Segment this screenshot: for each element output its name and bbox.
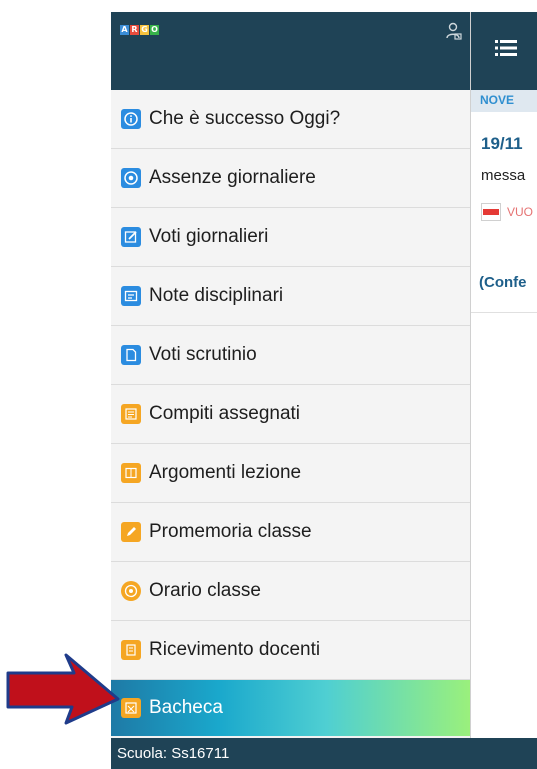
month-header: NOVE: [471, 90, 537, 112]
app-screen: A R G O Che è successo Oggi? Assenze gio…: [111, 12, 537, 769]
attachment-link[interactable]: VUO: [481, 203, 533, 221]
menu-item-label: Compiti assegnati: [149, 403, 301, 424]
pencil-icon: [121, 522, 141, 542]
divider: [471, 312, 537, 313]
logo-letter: G: [140, 25, 149, 35]
menu-item-promemoria-classe[interactable]: Promemoria classe: [111, 503, 470, 562]
menu-item-label: Assenze giornaliere: [149, 167, 316, 188]
menu-item-label: Bacheca: [149, 697, 223, 718]
clock-icon: [121, 168, 141, 188]
menu-item-argomenti-lezione[interactable]: Argomenti lezione: [111, 444, 470, 503]
menu-item-label: Voti giornalieri: [149, 226, 269, 247]
argo-logo: A R G O: [120, 25, 159, 35]
pdf-icon: [481, 203, 501, 221]
menu-item-bacheca[interactable]: Bacheca: [111, 680, 470, 736]
menu-item-voti-scrutinio[interactable]: Voti scrutinio: [111, 326, 470, 385]
menu-item-label: Ricevimento docenti: [149, 639, 321, 660]
note-icon: [121, 286, 141, 306]
red-arrow-annotation: [6, 653, 120, 725]
menu-item-label: Argomenti lezione: [149, 462, 302, 483]
menu-item-ricevimento-docenti[interactable]: Ricevimento docenti: [111, 621, 470, 680]
document-icon: [121, 345, 141, 365]
menu-item-assenze-giornaliere[interactable]: Assenze giornaliere: [111, 149, 470, 208]
menu-item-label: Orario classe: [149, 580, 261, 601]
menu-item-voti-giornalieri[interactable]: Voti giornalieri: [111, 208, 470, 267]
menu-item-compiti-assegnati[interactable]: Compiti assegnati: [111, 385, 470, 444]
menu-item-label: Promemoria classe: [149, 521, 312, 542]
logo-letter: O: [150, 25, 159, 35]
message-text: messa: [481, 167, 526, 184]
user-settings-icon[interactable]: [446, 22, 462, 45]
navigation-drawer: A R G O Che è successo Oggi? Assenze gio…: [111, 12, 471, 769]
month-label: NOVE: [480, 93, 515, 107]
edit-icon: [121, 227, 141, 247]
board-icon: [121, 698, 141, 718]
logo-letter: A: [120, 25, 129, 35]
drawer-header: A R G O: [111, 12, 470, 90]
content-pane: NOVE 19/11 messa VUO (Confe: [471, 12, 537, 738]
drawer-menu: Che è successo Oggi? Assenze giornaliere…: [111, 90, 470, 736]
book-icon: [121, 463, 141, 483]
logo-letter: R: [130, 25, 139, 35]
status-footer: Scuola: Ss16711: [111, 738, 537, 769]
menu-item-label: Note disciplinari: [149, 285, 284, 306]
info-icon: [121, 109, 141, 129]
hamburger-icon[interactable]: [495, 38, 517, 63]
attachment-label: VUO: [507, 205, 534, 219]
content-header: [471, 12, 537, 90]
calendar-icon: [121, 640, 141, 660]
menu-item-che-e-successo-oggi[interactable]: Che è successo Oggi?: [111, 90, 470, 149]
message-date: 19/11: [481, 134, 523, 153]
menu-item-label: Voti scrutinio: [149, 344, 257, 365]
tasks-icon: [121, 404, 141, 424]
clock-icon: [121, 581, 141, 601]
confirm-link[interactable]: (Confe: [479, 274, 527, 291]
school-code: Scuola: Ss16711: [117, 745, 230, 762]
menu-item-label: Che è successo Oggi?: [149, 108, 341, 129]
menu-item-orario-classe[interactable]: Orario classe: [111, 562, 470, 621]
menu-item-note-disciplinari[interactable]: Note disciplinari: [111, 267, 470, 326]
